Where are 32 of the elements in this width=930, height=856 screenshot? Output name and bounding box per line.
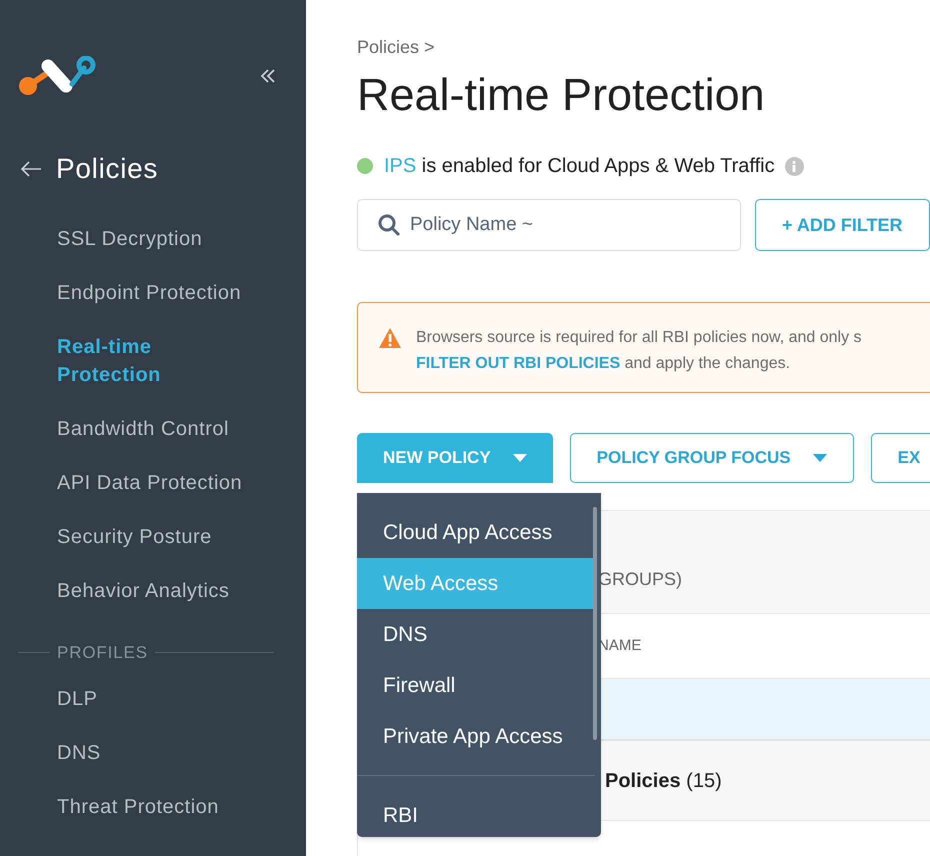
group-title[interactable]: Policies (15) xyxy=(605,766,722,796)
sidebar-item[interactable]: API Data Protection xyxy=(0,456,306,510)
menu-item[interactable]: Cloud App Access xyxy=(357,507,595,558)
menu-item[interactable]: DNS xyxy=(357,609,595,660)
breadcrumb[interactable]: Policies > xyxy=(357,34,930,61)
table-summary: GROUPS) xyxy=(598,568,682,591)
sidebar-item[interactable]: Real-time Protection xyxy=(0,320,240,402)
search-icon xyxy=(377,213,401,237)
menu-item[interactable]: Private App Access xyxy=(357,711,595,762)
sidebar-item[interactable]: SSL Decryption xyxy=(0,212,306,266)
section-title: Policies xyxy=(56,152,158,186)
sidebar-item[interactable]: DLP xyxy=(0,672,306,726)
caret-icon xyxy=(812,454,827,462)
section-label: PROFILES xyxy=(56,642,149,664)
sidebar-item[interactable]: Bandwidth Control xyxy=(0,402,306,456)
menu-item[interactable]: RBI xyxy=(357,790,595,841)
sidebar-item[interactable]: Behavior Analytics xyxy=(0,564,306,618)
scrollbar-thumb[interactable] xyxy=(593,507,597,740)
sidebar-item[interactable]: Security Posture xyxy=(0,510,306,564)
warning-icon xyxy=(378,327,402,349)
page-title: Real-time Protection xyxy=(357,68,766,122)
status-message: IPS is enabled for Cloud Apps & Web Traffic xyxy=(384,154,775,179)
sidebar-item[interactable]: Threat Protection xyxy=(0,780,306,834)
search-field[interactable]: Policy Name ~ xyxy=(357,199,741,251)
logo-icon xyxy=(18,56,96,96)
menu-item[interactable]: Firewall xyxy=(357,660,595,711)
sidebar-item[interactable]: DNS xyxy=(0,726,306,780)
warning-message: Browsers source is required for all RBI policies now, and only s FILTER OUT RBI POLICIES and apply the changes. xyxy=(416,328,863,374)
caret-icon xyxy=(512,454,527,462)
sidebar-item[interactable]: Endpoint Protection xyxy=(0,266,306,320)
collapse-icon[interactable] xyxy=(260,68,276,84)
back-arrow-icon[interactable] xyxy=(20,160,42,178)
